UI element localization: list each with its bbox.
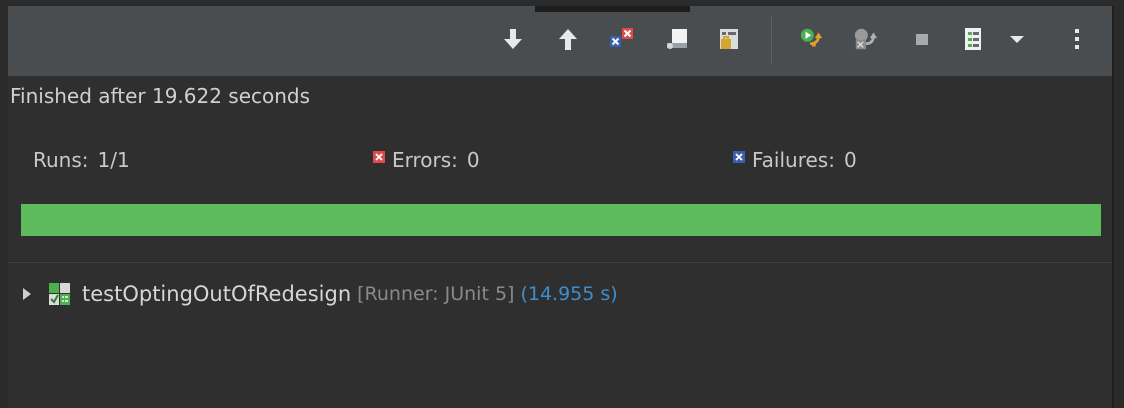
- test-progress-bar: [21, 204, 1101, 236]
- test-tree-item[interactable]: testOptingOutOfRedesign [Runner: JUnit 5…: [22, 278, 618, 310]
- show-skipped-only-button[interactable]: [717, 24, 743, 54]
- scroll-lock-button[interactable]: [664, 24, 690, 54]
- tree-divider: [8, 262, 1114, 263]
- next-failure-button[interactable]: [500, 24, 526, 54]
- failures-value: 0: [843, 148, 857, 172]
- stop-button[interactable]: [909, 24, 935, 54]
- errors-label: Errors:: [392, 148, 458, 172]
- errors-value: 0: [466, 148, 480, 172]
- show-failures-only-icon: [610, 28, 633, 47]
- runs-value: 1/1: [97, 148, 130, 172]
- failures-label: Failures:: [752, 148, 835, 172]
- show-skipped-only-icon: [720, 29, 738, 49]
- stop-icon: [916, 34, 928, 45]
- previous-failure-button[interactable]: [555, 24, 581, 54]
- test-duration: (14.955 s): [520, 283, 618, 305]
- errors-stat: Errors: 0: [373, 148, 480, 172]
- history-dropdown-button[interactable]: [1004, 24, 1030, 54]
- chevron-right-icon: [23, 288, 31, 300]
- test-run-history-icon: [965, 28, 981, 50]
- test-name: testOptingOutOfRedesign: [82, 282, 352, 306]
- view-tab-indicator: [535, 6, 690, 12]
- view-menu-icon: [1075, 29, 1079, 49]
- show-failures-only-button[interactable]: [608, 24, 634, 54]
- run-stats: Runs: 1/1 Errors: 0 Failures: 0: [0, 148, 1124, 178]
- next-failure-icon: [504, 29, 522, 49]
- rerun-test-button[interactable]: [799, 24, 825, 54]
- chevron-down-icon: [1010, 36, 1024, 43]
- expand-toggle[interactable]: [22, 287, 32, 301]
- test-run-history-button[interactable]: [960, 24, 986, 54]
- error-icon: [373, 151, 385, 163]
- test-class-icon: [49, 283, 70, 305]
- failures-stat: Failures: 0: [733, 148, 857, 172]
- rerun-failed-first-icon: [854, 28, 878, 50]
- runs-stat: Runs: 1/1: [33, 148, 130, 172]
- rerun-failed-first-button[interactable]: [853, 24, 879, 54]
- runs-label: Runs:: [33, 148, 89, 172]
- rerun-test-icon: [800, 28, 823, 47]
- previous-failure-icon: [559, 29, 577, 50]
- toolbar-separator: [771, 16, 772, 64]
- failure-icon: [733, 151, 745, 163]
- test-runner: [Runner: JUnit 5]: [357, 283, 515, 305]
- view-menu-button[interactable]: [1064, 24, 1090, 54]
- view-right-border: [1112, 6, 1114, 408]
- run-status-text: Finished after 19.622 seconds: [10, 84, 311, 108]
- scroll-lock-icon: [667, 29, 687, 49]
